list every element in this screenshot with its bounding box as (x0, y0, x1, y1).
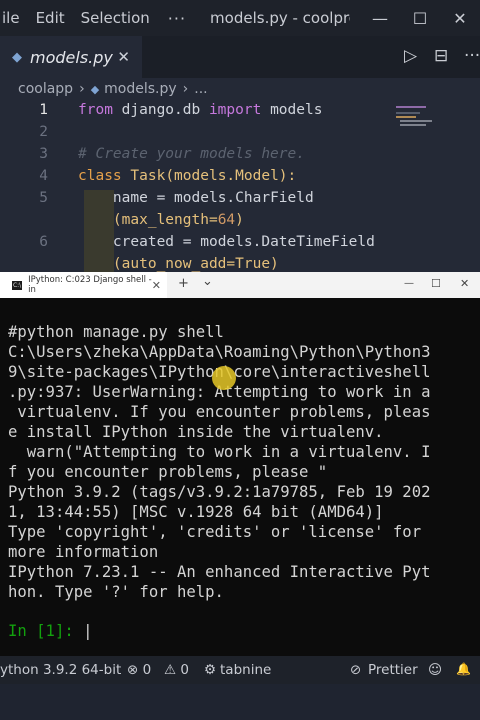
code-token: (max_length= (78, 212, 218, 228)
code-token: = (174, 234, 201, 250)
more-actions-icon[interactable]: ··· (464, 46, 480, 66)
terminal-icon: C:\ (12, 280, 23, 290)
menu-more-icon[interactable]: ··· (158, 9, 196, 28)
minimize-icon[interactable]: — (360, 9, 400, 28)
mouse-pointer-highlight (212, 366, 236, 390)
code-line: created = models.DateTimeField (78, 234, 375, 250)
code-token: (models.Model): (165, 168, 297, 184)
problems-errors[interactable]: ⊗ 0 (127, 662, 151, 678)
code-token: name (78, 190, 148, 206)
code-token: models (261, 102, 323, 118)
code-token: # Create your models here. (78, 146, 305, 162)
text-cursor: | (83, 622, 93, 640)
prettier-status[interactable]: Prettier (368, 662, 418, 678)
code-token: = (147, 190, 175, 206)
breadcrumb-file[interactable]: models.py (104, 81, 177, 97)
ipython-prompt[interactable]: In [1]: | (8, 622, 93, 640)
terminal-tab-close-icon[interactable]: ✕ (152, 279, 161, 292)
code-token: Task (130, 168, 166, 184)
line-number: 2 (39, 124, 48, 140)
code-editor[interactable]: 1 from django.db import models 2 3 # Create … (0, 100, 480, 272)
code-line: (max_length=64) (78, 212, 244, 228)
line-number: 6 (39, 234, 48, 250)
terminal-maximize-icon[interactable]: ☐ (431, 277, 441, 290)
tab-models-py[interactable]: ◆ models.py ✕ (0, 36, 142, 78)
python-file-icon: ◆ (90, 82, 100, 96)
breadcrumb-separator-icon: › (182, 81, 189, 97)
breadcrumb-symbols[interactable]: ... (194, 81, 207, 97)
breadcrumb-folder[interactable]: coolapp (18, 81, 73, 97)
code-line: (auto_now_add=True) (78, 256, 279, 272)
code-token: import (208, 102, 262, 118)
bottom-strip (0, 684, 480, 720)
line-number: 1 (39, 102, 48, 118)
python-interpreter-selector[interactable]: ython 3.9.2 64-bit (0, 662, 121, 678)
python-file-icon: ◆ (12, 49, 22, 65)
code-token: django.db (112, 102, 209, 118)
tabnine-status[interactable]: tabnine (220, 662, 271, 678)
maximize-icon[interactable]: ☐ (400, 9, 440, 28)
breadcrumb-separator-icon: › (79, 81, 85, 97)
bell-icon[interactable]: 🔔 (456, 662, 471, 676)
line-number: 4 (39, 168, 48, 184)
code-token: class (78, 168, 122, 184)
prompt-label: In [1]: (8, 622, 84, 640)
code-token: from (78, 102, 113, 118)
code-token: 64 (217, 212, 236, 228)
tab-close-icon[interactable]: ✕ (117, 48, 130, 66)
split-editor-icon[interactable]: ⊟ (434, 46, 448, 66)
terminal-title-bar: C:\ IPython: C:023 Django shell - in ✕ +… (0, 272, 480, 298)
editor-tab-bar: ◆ models.py ✕ ▷ ⊟ ··· (0, 36, 480, 78)
terminal-tab-title: IPython: C:023 Django shell - in (28, 275, 152, 295)
minimap[interactable] (394, 104, 466, 144)
terminal-tab[interactable]: C:\ IPython: C:023 Django shell - in ✕ (0, 272, 167, 298)
line-number: 3 (39, 146, 48, 162)
title-bar: ile Edit Selection ··· models.py - coolp… (0, 0, 480, 36)
terminal-window[interactable]: C:\ IPython: C:023 Django shell - in ✕ +… (0, 272, 480, 656)
close-icon[interactable]: ✕ (440, 9, 480, 28)
code-token: ) (235, 212, 244, 228)
problems-warnings[interactable]: ⚠ 0 (164, 662, 189, 678)
prettier-icon: ⊘ (350, 662, 362, 678)
code-line: from django.db import models (78, 102, 322, 118)
code-token: created (78, 234, 175, 250)
code-line: class Task(models.Model): (78, 168, 296, 184)
breadcrumb: coolapp › ◆ models.py › ... (0, 78, 480, 100)
menu-edit[interactable]: Edit (28, 9, 73, 27)
terminal-output: #python manage.py shell C:\Users\zheka\A… (8, 323, 431, 601)
code-token: models.CharField (174, 190, 314, 206)
menu-selection[interactable]: Selection (73, 9, 158, 27)
code-line: # Create your models here. (78, 146, 305, 162)
terminal-minimize-icon[interactable]: — (404, 278, 414, 289)
code-token: models.DateTimeField (200, 234, 375, 250)
status-bar: ython 3.9.2 64-bit ⊗ 0 ⚠ 0 ⚙ tabnine ⊘ P… (0, 656, 480, 684)
window-title: models.py - coolpro... (210, 9, 350, 27)
code-line: name = models.CharField (78, 190, 314, 206)
feedback-icon[interactable]: ☺ (428, 662, 442, 678)
terminal-close-icon[interactable]: ✕ (460, 277, 469, 290)
tab-label: models.py (30, 47, 113, 67)
tabnine-icon[interactable]: ⚙ (204, 662, 216, 678)
chevron-down-icon[interactable]: ⌄ (202, 274, 213, 289)
menu-file[interactable]: ile (0, 9, 28, 27)
run-icon[interactable]: ▷ (404, 46, 417, 66)
line-number: 5 (39, 190, 48, 206)
code-token: (auto_now_add=True) (78, 256, 279, 272)
new-tab-icon[interactable]: + (178, 276, 189, 291)
